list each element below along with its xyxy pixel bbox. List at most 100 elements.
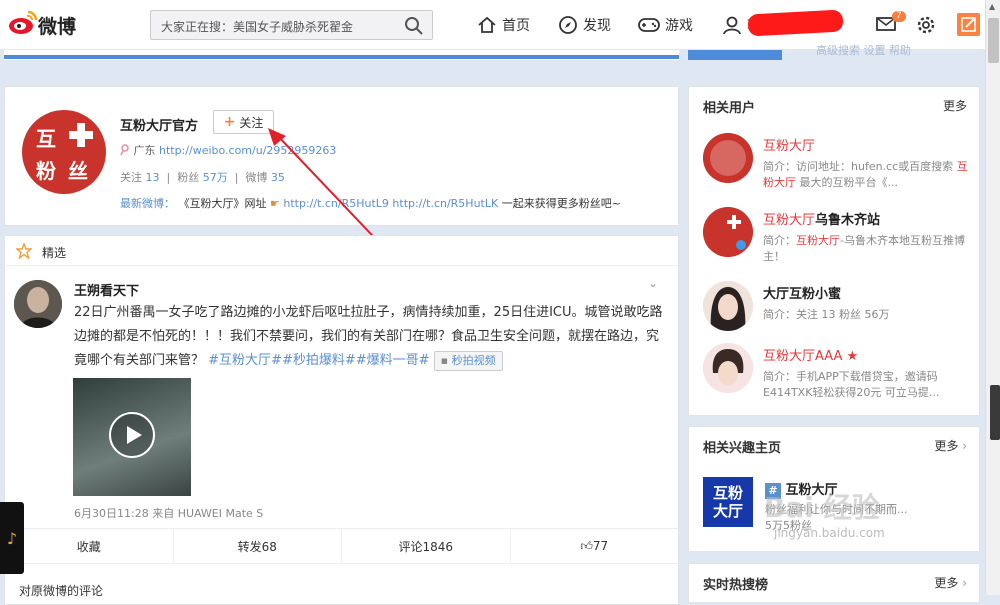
collect-label: 收藏 bbox=[76, 539, 101, 554]
user-avatar[interactable] bbox=[703, 133, 753, 183]
scrollbar[interactable]: ▲ bbox=[985, 0, 1000, 595]
author-photo bbox=[14, 280, 62, 328]
avatar-graphic bbox=[703, 281, 753, 331]
video-thumbnail[interactable] bbox=[73, 378, 191, 496]
user-avatar[interactable] bbox=[703, 207, 753, 257]
user-avatar[interactable] bbox=[703, 343, 753, 393]
chevron-down-icon[interactable]: ⌄ bbox=[648, 276, 658, 290]
user-desc-tail: 最大的互粉平台《... bbox=[799, 176, 899, 189]
location-pin-icon bbox=[120, 144, 129, 156]
post-actions: 收藏 转发68 评论1846 👍︎ 77 bbox=[5, 528, 678, 564]
search-placeholder: 大家正在搜：美国女子威胁杀死翟金 bbox=[161, 20, 354, 34]
baidu-watermark-url: jingyan.baidu.com bbox=[774, 526, 885, 540]
plus-icon: + bbox=[223, 114, 236, 130]
scroll-thumb[interactable] bbox=[988, 18, 999, 63]
repost-button[interactable]: 转发68 bbox=[174, 529, 342, 563]
user-name[interactable]: 互粉大厅乌鲁木齐站 bbox=[763, 209, 880, 228]
like-button[interactable]: 👍︎ 77 bbox=[511, 529, 679, 563]
avatar-graphic bbox=[703, 133, 753, 183]
avatar-char: 丝 bbox=[68, 159, 88, 183]
plus-cross-icon bbox=[69, 123, 93, 147]
user-desc: 简介：关注 13 粉丝 56万 bbox=[763, 307, 973, 323]
comment-label: 评论1846 bbox=[398, 539, 454, 554]
interest-avatar[interactable]: 互粉 大厅 bbox=[703, 477, 753, 527]
search-submit-strip[interactable] bbox=[688, 50, 782, 60]
user-desc: 简介：手机APP下载借贷宝，邀请码E414TXK轻松获得20元 可立马提... bbox=[763, 369, 973, 401]
user-desc: 简介：互粉大厅-乌鲁木齐本地互粉互推博主！ bbox=[763, 233, 973, 265]
user-desc-text: 简介：关注 13 粉丝 56万 bbox=[763, 308, 890, 321]
compose-button[interactable] bbox=[957, 13, 980, 36]
user-desc-highlight: 互粉大厅 bbox=[796, 234, 840, 247]
baidu-watermark: Bai 经验 bbox=[764, 491, 880, 524]
feed-title: 精选 bbox=[42, 246, 67, 260]
user-name[interactable]: 互粉大厅 bbox=[763, 135, 815, 154]
latest-text: 《互粉大厅》网址 bbox=[178, 197, 267, 210]
play-icon[interactable] bbox=[109, 412, 155, 458]
mail-badge: 7 bbox=[892, 11, 906, 22]
verified-star-icon: ★ bbox=[846, 349, 859, 364]
related-users-card: 相关用户 更多 互粉大厅 简介：访问地址：hufen.cc或百度搜索 互粉大厅 … bbox=[688, 86, 980, 416]
user-desc: 简介：访问地址：hufen.cc或百度搜索 互粉大厅 最大的互粉平台《... bbox=[763, 159, 973, 191]
related-users-title: 相关用户 bbox=[703, 101, 756, 116]
nav-games[interactable]: 游戏 bbox=[638, 14, 693, 36]
related-users-more-link[interactable]: 更多 bbox=[943, 97, 967, 114]
post-author-avatar[interactable] bbox=[14, 280, 62, 328]
post-author-name[interactable]: 王朔看天下 bbox=[74, 280, 139, 299]
avatar-graphic bbox=[703, 343, 753, 393]
video-camera-icon: ▪ bbox=[440, 353, 449, 367]
chevron-right-icon: › bbox=[962, 439, 967, 453]
fans-count-label: 粉丝 bbox=[177, 171, 200, 184]
nav-discover[interactable]: 发现 bbox=[558, 14, 611, 36]
profile-name[interactable]: 互粉大厅官方 bbox=[120, 115, 198, 134]
hot-search-title: 实时热搜榜 bbox=[703, 578, 769, 593]
repost-label: 转发68 bbox=[237, 539, 277, 554]
post-text: 22日广州番禺一女子吃了路边摊的小龙虾后呕吐拉肚子，病情持续加重，25日住进IC… bbox=[74, 301, 664, 373]
follow-count-label: 关注 bbox=[120, 171, 142, 184]
star-icon bbox=[16, 243, 32, 259]
weibo-logo-icon bbox=[9, 10, 38, 34]
gear-icon[interactable] bbox=[916, 15, 936, 35]
play-triangle bbox=[127, 426, 142, 444]
nav-home[interactable]: 首页 bbox=[477, 14, 530, 36]
edit-icon bbox=[961, 17, 976, 32]
user-name-suffix: 乌鲁木齐站 bbox=[815, 213, 881, 228]
hot-search-card: 实时热搜榜 更多 › bbox=[688, 563, 980, 603]
music-note-icon[interactable]: ♪ bbox=[0, 502, 24, 574]
user-name[interactable]: 互粉大厅AAA ★ bbox=[763, 345, 858, 364]
thumbs-up-icon: 👍︎ bbox=[580, 538, 593, 553]
fans-count[interactable]: 57万 bbox=[203, 171, 228, 184]
avatar-char: 互 bbox=[36, 127, 56, 151]
comment-button[interactable]: 评论1846 bbox=[342, 529, 511, 563]
nav-games-label: 游戏 bbox=[665, 18, 693, 34]
latest-label[interactable]: 最新微博： bbox=[120, 197, 175, 210]
gamepad-icon bbox=[638, 18, 660, 32]
search-input[interactable]: 大家正在搜：美国女子威胁杀死翟金 bbox=[150, 10, 433, 40]
user-name[interactable]: 大厅互粉小蜜 bbox=[763, 283, 841, 302]
logo-text[interactable]: 微博 bbox=[38, 12, 76, 39]
compass-icon bbox=[559, 16, 577, 34]
post-meta[interactable]: 6月30日11:28 来自 HUAWEI Mate S bbox=[74, 505, 263, 521]
interest-title: 相关兴趣主页 bbox=[703, 441, 782, 456]
hot-search-more-link[interactable]: 更多 › bbox=[934, 574, 967, 591]
user-avatar[interactable] bbox=[703, 281, 753, 331]
profile-avatar[interactable]: 互 粉 丝 bbox=[22, 110, 106, 194]
home-icon bbox=[478, 16, 496, 33]
video-chip-label: 秒拍视频 bbox=[451, 353, 496, 367]
like-count: 77 bbox=[592, 539, 609, 553]
user-icon bbox=[723, 16, 741, 35]
follow-count[interactable]: 13 bbox=[146, 171, 160, 184]
chevron-right-icon: › bbox=[962, 576, 967, 590]
collect-button[interactable]: 收藏 bbox=[5, 529, 174, 563]
scroll-up-arrow-icon[interactable]: ▲ bbox=[989, 2, 995, 11]
post-hashtags[interactable]: #互粉大厅##秒拍爆料##爆料一哥# bbox=[208, 353, 429, 368]
user-name-highlight: 互粉大厅 bbox=[763, 213, 816, 228]
original-comments-label[interactable]: 对原微博的评论 bbox=[19, 582, 103, 599]
interest-more-link[interactable]: 更多 › bbox=[934, 437, 967, 454]
latest-tail: 一起来获得更多粉丝吧~ bbox=[501, 197, 621, 210]
user-desc-text: 简介：手机APP下载借贷宝，邀请码E414TXK轻松获得20元 可立马提... bbox=[763, 370, 940, 399]
redacted-username bbox=[747, 9, 844, 37]
side-widget-handle[interactable] bbox=[990, 385, 1000, 440]
search-icon[interactable] bbox=[404, 16, 424, 36]
video-link-chip[interactable]: ▪ 秒拍视频 bbox=[433, 350, 503, 371]
feed-header: 精选 bbox=[5, 236, 678, 266]
